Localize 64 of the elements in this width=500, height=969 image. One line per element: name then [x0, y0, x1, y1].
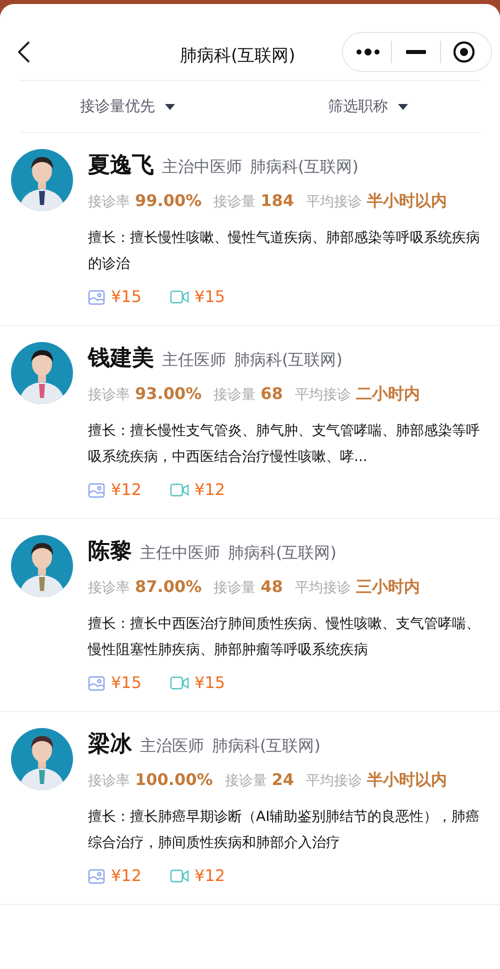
- image-icon: [88, 290, 105, 304]
- image-icon: [88, 482, 105, 498]
- stat-label: 接诊量: [224, 772, 267, 791]
- image-consult-price[interactable]: ¥12: [111, 478, 142, 502]
- specialty-text: 擅长：擅长慢性支气管炎、肺气肿、支气管哮喘、肺部感染等呼吸系统疾病，中西医结合治疗慢性咳嗽、哮...: [88, 422, 480, 467]
- doctor-name: 梁冰: [88, 730, 132, 759]
- department: 肺病科(互联网): [234, 349, 342, 371]
- image-icon: [88, 676, 105, 690]
- stat-value: 三小时内: [356, 576, 420, 598]
- doctor-title: 主任中医师: [140, 542, 220, 564]
- department: 肺病科(互联网): [250, 156, 358, 178]
- video-consult-price[interactable]: ¥12: [194, 478, 226, 502]
- image-icon: [88, 868, 105, 884]
- stat-value: 二小时内: [356, 383, 420, 405]
- stat-value: 93.00%: [135, 383, 202, 405]
- video-icon: [170, 869, 189, 883]
- stat-value: 48: [260, 576, 283, 598]
- stat-value: 87.00%: [135, 576, 202, 598]
- stat-label: 接诊率: [88, 193, 130, 212]
- department: 肺病科(互联网): [212, 735, 320, 757]
- specialty-text: 擅长：擅长中西医治疗肺间质性疾病、慢性咳嗽、支气管哮喘、慢性阻塞性肺疾病、肺部肿瘤等呼吸系统疾病: [88, 615, 480, 660]
- video-consult-price[interactable]: ¥12: [194, 864, 226, 888]
- caret-icon: [398, 104, 408, 110]
- stat-value: 99.00%: [135, 190, 202, 212]
- video-icon: [170, 483, 189, 497]
- stat-label: 平均接诊: [306, 772, 362, 791]
- stat-label: 接诊率: [88, 386, 130, 405]
- back-icon[interactable]: [18, 41, 30, 63]
- stat-value: 半小时以内: [367, 769, 448, 791]
- stat-label: 接诊量: [214, 193, 256, 212]
- video-consult-price[interactable]: ¥15: [194, 671, 226, 695]
- stat-value: 24: [272, 769, 294, 791]
- video-icon: [170, 290, 189, 304]
- doctor-title: 主任医师: [162, 349, 226, 371]
- filter-dropdown[interactable]: 接诊量优先: [80, 95, 175, 118]
- stat-label: 接诊率: [88, 772, 130, 791]
- stat-label: 平均接诊: [294, 386, 351, 405]
- stat-label: 接诊量: [214, 579, 256, 598]
- image-consult-price[interactable]: ¥15: [111, 671, 142, 695]
- record-icon[interactable]: [453, 41, 475, 63]
- more-icon[interactable]: [355, 48, 381, 56]
- specialty-text: 擅长：擅长慢性咳嗽、慢性气道疾病、肺部感染等呼吸系统疾病的诊治: [88, 229, 480, 274]
- video-icon: [170, 676, 189, 690]
- stat-label: 接诊量: [214, 386, 256, 405]
- stat-value: 100.00%: [135, 769, 213, 791]
- stat-label: 接诊率: [88, 579, 130, 598]
- doctor-name: 陈黎: [88, 538, 132, 566]
- stat-value: 半小时以内: [367, 190, 448, 212]
- stat-label: 平均接诊: [294, 579, 351, 598]
- doctor-title: 主治中医师: [162, 156, 242, 178]
- department: 肺病科(互联网): [228, 542, 336, 564]
- image-consult-price[interactable]: ¥12: [111, 864, 142, 888]
- image-consult-price[interactable]: ¥15: [111, 285, 142, 309]
- filter-dropdown[interactable]: 筛选职称: [328, 95, 408, 118]
- video-consult-price[interactable]: ¥15: [194, 285, 226, 309]
- caret-icon: [165, 104, 175, 110]
- doctor-name: 夏逸飞: [88, 152, 154, 180]
- doctor-name: 钱建美: [88, 344, 154, 373]
- stat-label: 平均接诊: [306, 193, 362, 212]
- doctor-title: 主治医师: [140, 735, 204, 757]
- stat-value: 68: [260, 383, 283, 405]
- page-title: 肺病科(互联网): [180, 45, 296, 68]
- specialty-text: 擅长：擅长肺癌早期诊断（AI辅助鉴别肺结节的良恶性），肺癌综合治疗，肺间质性疾病和肺部介入治疗: [88, 808, 480, 853]
- stat-value: 184: [260, 190, 294, 212]
